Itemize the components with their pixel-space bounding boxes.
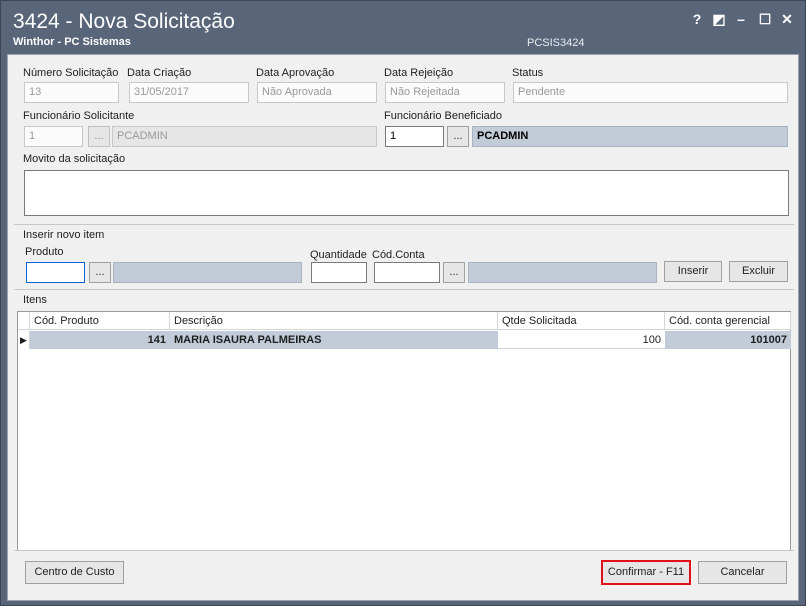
- restore-icon[interactable]: ◩: [709, 9, 729, 29]
- cell-qtde[interactable]: 100: [498, 331, 665, 349]
- dialog-body: Número Solicitação 13 Data Criação 31/05…: [7, 54, 799, 601]
- status-field: Pendente: [513, 82, 788, 103]
- window-subtitle: Winthor - PC Sistemas: [13, 36, 131, 48]
- column-header-descricao[interactable]: Descrição: [170, 312, 498, 330]
- program-code: PCSIS3424: [527, 37, 585, 49]
- confirmar-button[interactable]: Confirmar - F11: [601, 560, 691, 585]
- func-beneficiado-lookup-button[interactable]: ...: [447, 126, 469, 147]
- produto-lookup-button[interactable]: ...: [89, 262, 111, 283]
- cod-conta-description: [468, 262, 657, 283]
- func-solicitante-lookup-button: ...: [88, 126, 110, 147]
- numero-label: Número Solicitação: [23, 67, 119, 79]
- separator: [14, 289, 794, 290]
- itens-group-title: Itens: [23, 294, 47, 306]
- separator: [14, 224, 794, 225]
- func-solicitante-code: 1: [24, 126, 83, 147]
- footer-separator: [14, 550, 794, 551]
- help-icon[interactable]: ?: [687, 9, 707, 29]
- column-header-cod-conta[interactable]: Cód. conta gerencial: [665, 312, 791, 330]
- inserir-button[interactable]: Inserir: [664, 261, 722, 282]
- motivo-textarea[interactable]: [24, 170, 789, 216]
- data-criacao-label: Data Criação: [127, 67, 192, 79]
- column-header-cod-produto[interactable]: Cód. Produto: [30, 312, 170, 330]
- func-solicitante-label: Funcionário Solicitante: [23, 110, 135, 122]
- novo-item-group-title: Inserir novo item: [23, 229, 105, 241]
- column-header-qtde[interactable]: Qtde Solicitada: [498, 312, 665, 330]
- cod-conta-lookup-button[interactable]: ...: [443, 262, 465, 283]
- cod-conta-input[interactable]: [374, 262, 440, 283]
- window-title: 3424 - Nova Solicitação: [13, 10, 235, 33]
- minimize-icon[interactable]: –: [731, 9, 751, 29]
- title-bar[interactable]: 3424 - Nova Solicitação Winthor - PC Sis…: [1, 1, 805, 53]
- produto-description: [113, 262, 302, 283]
- centro-custo-button[interactable]: Centro de Custo: [25, 561, 124, 584]
- data-rejeicao-field: Não Rejeitada: [385, 82, 505, 103]
- data-aprovacao-label: Data Aprovação: [256, 67, 335, 79]
- maximize-icon[interactable]: ☐: [755, 9, 775, 29]
- numero-field: 13: [24, 82, 119, 103]
- close-icon[interactable]: ✕: [777, 9, 797, 29]
- excluir-button[interactable]: Excluir: [729, 261, 788, 282]
- func-solicitante-name: PCADMIN: [112, 126, 377, 147]
- quantidade-label: Quantidade: [310, 249, 367, 261]
- cancelar-button[interactable]: Cancelar: [698, 561, 787, 584]
- cell-cod-produto[interactable]: 141: [30, 331, 170, 349]
- quantidade-input[interactable]: [311, 262, 367, 283]
- func-beneficiado-name: PCADMIN: [472, 126, 788, 147]
- func-beneficiado-label: Funcionário Beneficiado: [384, 110, 503, 122]
- cod-conta-label: Cód.Conta: [372, 249, 425, 261]
- app-window: 3424 - Nova Solicitação Winthor - PC Sis…: [0, 0, 806, 606]
- cell-cod-conta[interactable]: 101007: [665, 331, 791, 349]
- produto-input[interactable]: [26, 262, 85, 283]
- data-aprovacao-field: Não Aprovada: [257, 82, 377, 103]
- itens-table[interactable]: Cód. Produto Descrição Qtde Solicitada C…: [17, 311, 791, 551]
- row-indicator-icon: ▶: [18, 331, 30, 349]
- func-beneficiado-code-input[interactable]: 1: [385, 126, 444, 147]
- cell-descricao[interactable]: MARIA ISAURA PALMEIRAS: [170, 331, 498, 349]
- status-label: Status: [512, 67, 544, 79]
- produto-label: Produto: [25, 246, 64, 258]
- data-criacao-field: 31/05/2017: [129, 82, 249, 103]
- motivo-label: Movito da solicitação: [23, 153, 126, 165]
- table-corner: [18, 312, 30, 330]
- data-rejeicao-label: Data Rejeição: [384, 67, 454, 79]
